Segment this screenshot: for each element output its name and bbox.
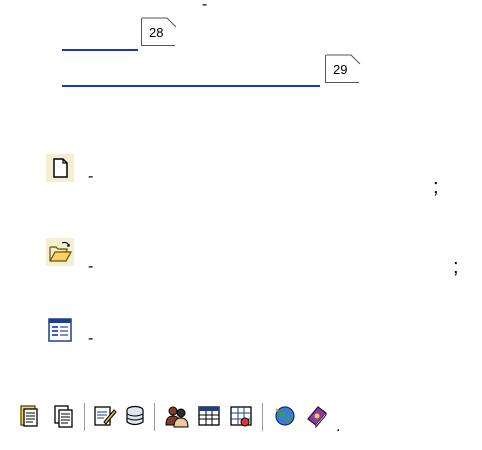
toolbar-separator xyxy=(262,403,266,431)
item-dash: - xyxy=(88,330,94,347)
footnote-ref-28: 28 xyxy=(141,17,177,46)
open-folder-icon xyxy=(46,238,74,266)
footnote-ref-29: 29 xyxy=(325,54,361,83)
users-icon[interactable] xyxy=(164,403,190,429)
footnote-number: 29 xyxy=(333,62,348,77)
top-dash: - xyxy=(202,0,208,13)
item-dash: - xyxy=(88,168,94,185)
new-document-icon xyxy=(46,154,74,182)
hyperlink-underline-1[interactable] xyxy=(62,49,138,51)
table-grid-icon[interactable] xyxy=(196,403,222,429)
edit-pencil-icon[interactable] xyxy=(92,403,118,429)
globe-icon[interactable] xyxy=(272,403,298,429)
toolbar-separator xyxy=(154,403,158,431)
form-window-icon xyxy=(46,316,74,344)
toolbar-separator xyxy=(84,403,88,431)
footnote-number: 28 xyxy=(149,25,164,40)
help-book-icon[interactable] xyxy=(304,403,330,429)
item-dash: - xyxy=(88,258,94,275)
item-semicolon: ; xyxy=(453,256,459,278)
copy-document-icon[interactable] xyxy=(50,403,76,429)
item-semicolon: ; xyxy=(433,176,439,198)
paste-document-icon[interactable] xyxy=(16,403,42,429)
toolbar-end-period: . xyxy=(336,418,341,435)
hyperlink-underline-2[interactable] xyxy=(62,85,320,87)
calendar-icon[interactable] xyxy=(228,403,254,429)
database-cylinder-icon[interactable] xyxy=(122,403,148,429)
